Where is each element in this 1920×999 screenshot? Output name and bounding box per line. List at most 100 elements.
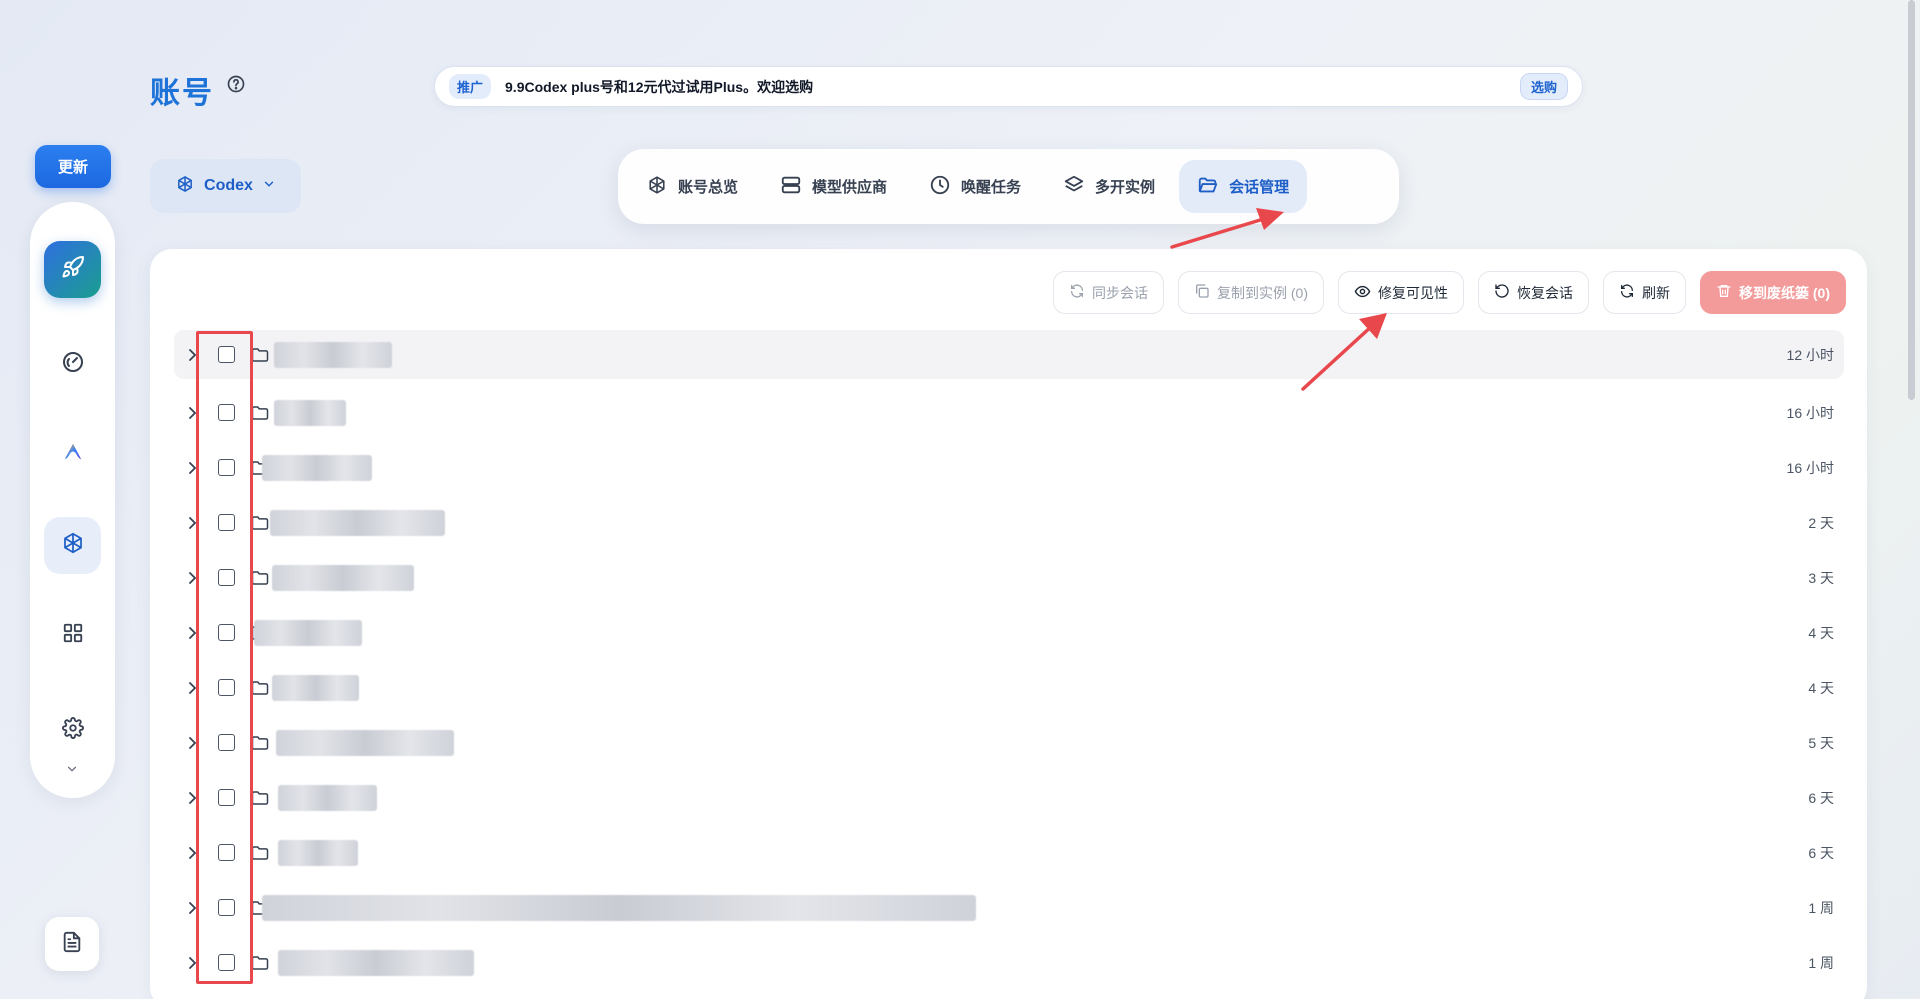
- session-name-redacted: [272, 564, 414, 591]
- folder-icon: [251, 680, 269, 696]
- session-row[interactable]: 1 周: [174, 935, 1844, 990]
- sync-sessions-button[interactable]: 同步会话: [1053, 271, 1164, 314]
- session-checkbox[interactable]: [218, 954, 235, 971]
- sidebar-more-button[interactable]: [64, 763, 80, 779]
- sidebar-item-settings[interactable]: [44, 702, 101, 759]
- tab-session-management[interactable]: 会话管理: [1179, 160, 1308, 213]
- session-list: 12 小时 16 小时 16 小时 2 天 3 天 4 天 4 天 5 天 6 天 6 天 1 周 1…: [174, 330, 1844, 990]
- session-row[interactable]: 1 周: [174, 880, 1844, 935]
- session-checkbox[interactable]: [218, 734, 235, 751]
- folder-icon: [251, 405, 269, 421]
- folder-icon: [251, 955, 269, 971]
- chevron-right-icon[interactable]: [187, 461, 197, 475]
- session-row[interactable]: 4 天: [174, 605, 1844, 660]
- session-name-redacted: [278, 784, 377, 811]
- refresh-button[interactable]: 刷新: [1603, 271, 1686, 314]
- session-time: 3 天: [1808, 569, 1834, 586]
- chevron-right-icon[interactable]: [187, 901, 197, 915]
- session-checkbox[interactable]: [218, 624, 235, 641]
- session-row[interactable]: 16 小时: [174, 385, 1844, 440]
- session-time: 16 小时: [1786, 404, 1834, 421]
- server-icon: [780, 174, 802, 200]
- session-name-redacted: [274, 341, 392, 368]
- session-row[interactable]: 5 天: [174, 715, 1844, 770]
- chevron-right-icon[interactable]: [187, 516, 197, 530]
- sidebar-item-launch[interactable]: [44, 241, 101, 298]
- session-time: 1 周: [1808, 899, 1834, 916]
- session-toolbar: 同步会话 复制到实例 (0) 修复可见性 恢复会话 刷新 移到废纸篓 (0): [1053, 271, 1846, 314]
- session-checkbox[interactable]: [218, 569, 235, 586]
- session-checkbox[interactable]: [218, 404, 235, 421]
- move-to-trash-button[interactable]: 移到废纸篓 (0): [1700, 271, 1846, 314]
- promo-buy-button[interactable]: 选购: [1519, 73, 1568, 100]
- session-checkbox[interactable]: [218, 679, 235, 696]
- button-label: 复制到实例 (0): [1217, 284, 1308, 301]
- session-row[interactable]: 4 天: [174, 660, 1844, 715]
- tab-label: 多开实例: [1095, 179, 1156, 196]
- sidebar-item-dashboard[interactable]: [44, 336, 101, 393]
- chevron-down-icon: [65, 762, 79, 781]
- page-title: 账号: [150, 77, 214, 110]
- folder-icon: [251, 570, 269, 586]
- tab-bar: 账号总览 模型供应商 唤醒任务 多开实例 会话管理: [618, 149, 1399, 224]
- chevron-right-icon[interactable]: [187, 571, 197, 585]
- openai-logo-icon: [175, 174, 195, 199]
- session-time: 12 小时: [1786, 346, 1834, 363]
- tab-model-providers[interactable]: 模型供应商: [762, 160, 905, 213]
- chevron-right-icon[interactable]: [187, 348, 197, 362]
- session-checkbox[interactable]: [218, 789, 235, 806]
- tab-wakeup-tasks[interactable]: 唤醒任务: [911, 160, 1039, 213]
- gear-icon: [61, 717, 84, 744]
- copy-icon: [1194, 283, 1210, 302]
- question-circle-icon: [226, 74, 246, 99]
- session-checkbox[interactable]: [218, 459, 235, 476]
- folder-icon: [251, 515, 269, 531]
- tab-label: 模型供应商: [812, 179, 888, 196]
- folder-icon: [251, 735, 269, 751]
- fix-visibility-button[interactable]: 修复可见性: [1338, 271, 1464, 314]
- openai-logo-icon: [646, 174, 668, 200]
- chevron-right-icon[interactable]: [187, 791, 197, 805]
- folder-icon: [251, 347, 269, 363]
- session-name-redacted: [262, 454, 372, 481]
- sidebar-item-antigravity[interactable]: [44, 426, 101, 483]
- session-time: 4 天: [1808, 624, 1834, 641]
- session-checkbox[interactable]: [218, 899, 235, 916]
- session-time: 16 小时: [1786, 459, 1834, 476]
- session-name-redacted: [278, 949, 474, 976]
- folder-icon: [251, 790, 269, 806]
- help-button[interactable]: [226, 74, 246, 99]
- chevron-right-icon[interactable]: [187, 736, 197, 750]
- session-checkbox[interactable]: [218, 346, 235, 363]
- session-checkbox[interactable]: [218, 514, 235, 531]
- chevron-right-icon[interactable]: [187, 956, 197, 970]
- session-row[interactable]: 3 天: [174, 550, 1844, 605]
- sidebar-item-apps[interactable]: [44, 607, 101, 664]
- session-row[interactable]: 16 小时: [174, 440, 1844, 495]
- docs-button[interactable]: [45, 917, 99, 971]
- session-row[interactable]: 2 天: [174, 495, 1844, 550]
- grid-icon: [62, 622, 84, 649]
- update-button[interactable]: 更新: [35, 145, 111, 188]
- session-name-redacted: [274, 399, 346, 426]
- page-scrollbar[interactable]: [1908, 0, 1915, 400]
- session-row[interactable]: 12 小时: [174, 330, 1844, 379]
- session-row[interactable]: 6 天: [174, 770, 1844, 825]
- eye-icon: [1354, 283, 1371, 303]
- chevron-right-icon[interactable]: [187, 846, 197, 860]
- chevron-right-icon[interactable]: [187, 681, 197, 695]
- tab-multi-instance[interactable]: 多开实例: [1045, 160, 1173, 213]
- promo-tag: 推广: [449, 74, 492, 99]
- session-time: 6 天: [1808, 789, 1834, 806]
- session-time: 2 天: [1808, 514, 1834, 531]
- platform-select[interactable]: Codex: [150, 159, 301, 213]
- session-row[interactable]: 6 天: [174, 825, 1844, 880]
- chevron-right-icon[interactable]: [187, 406, 197, 420]
- sidebar-item-codex[interactable]: [44, 517, 101, 574]
- copy-to-instance-button[interactable]: 复制到实例 (0): [1178, 271, 1324, 314]
- tab-account-overview[interactable]: 账号总览: [628, 160, 756, 213]
- restore-session-button[interactable]: 恢复会话: [1478, 271, 1589, 314]
- session-checkbox[interactable]: [218, 844, 235, 861]
- rocket-icon: [61, 255, 85, 284]
- chevron-right-icon[interactable]: [187, 626, 197, 640]
